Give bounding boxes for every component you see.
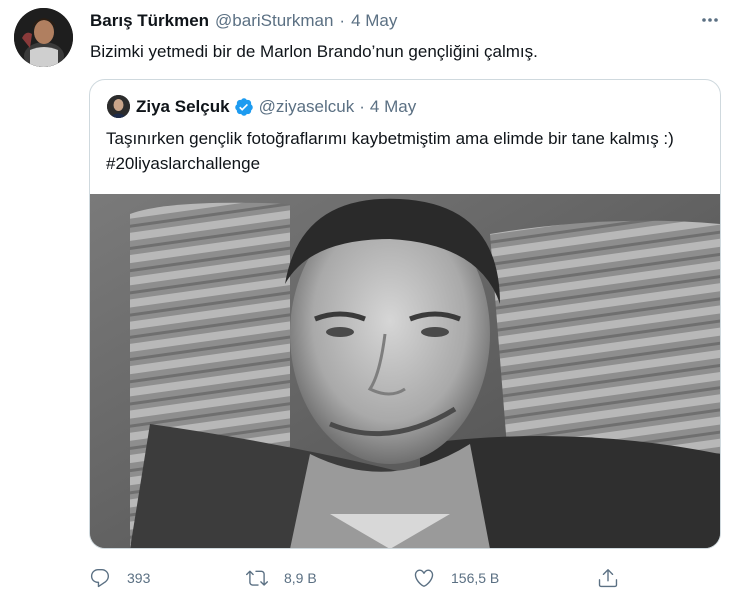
- quoted-tweet-text: Taşınırken gençlik fotoğraflarımı kaybet…: [106, 129, 674, 173]
- quoted-author-handle[interactable]: @ziyaselcuk: [259, 97, 355, 117]
- quoted-avatar-image: [107, 95, 130, 118]
- heart-icon: [414, 569, 434, 587]
- reply-icon: [90, 569, 110, 588]
- avatar-image: [14, 8, 73, 67]
- more-dots-icon: [702, 18, 718, 22]
- tweet-actions-bar: 393 8,9 B 156,5 B: [0, 562, 733, 594]
- author-name[interactable]: Barış Türkmen: [90, 11, 209, 31]
- share-button[interactable]: [597, 562, 619, 594]
- photo-image-icon: [90, 194, 720, 548]
- retweet-button[interactable]: 8,9 B: [246, 562, 317, 594]
- share-icon: [598, 569, 618, 588]
- reply-button[interactable]: 393: [89, 562, 150, 594]
- quoted-tweet-date[interactable]: 4 May: [370, 97, 416, 117]
- tweet-card[interactable]: Barış Türkmen @bariSturkman · 4 May Bizi…: [0, 0, 733, 601]
- quoted-tweet-photo[interactable]: [90, 194, 720, 548]
- quoted-separator-dot: ·: [359, 97, 365, 116]
- like-button[interactable]: 156,5 B: [413, 562, 499, 594]
- separator-dot: ·: [339, 11, 346, 30]
- tweet-header: Barış Türkmen @bariSturkman · 4 May: [90, 11, 397, 33]
- retweet-count: 8,9 B: [284, 570, 317, 586]
- author-handle[interactable]: @bariSturkman: [215, 11, 333, 31]
- like-count: 156,5 B: [451, 570, 500, 586]
- more-options-button[interactable]: [698, 8, 722, 32]
- quoted-author-avatar[interactable]: [107, 95, 130, 118]
- verified-badge-icon: [234, 98, 253, 116]
- tweet-text: Bizimki yetmedi bir de Marlon Brando’nun…: [90, 42, 538, 61]
- quoted-tweet-header: Ziya Selçuk @ziyaselcuk · 4 May: [136, 97, 416, 117]
- retweet-icon: [246, 570, 268, 586]
- quoted-author-name[interactable]: Ziya Selçuk: [136, 97, 230, 117]
- tweet-date[interactable]: 4 May: [351, 11, 397, 31]
- quoted-tweet[interactable]: Ziya Selçuk @ziyaselcuk · 4 May Taşınırk…: [89, 79, 721, 549]
- reply-count: 393: [127, 570, 151, 586]
- author-avatar[interactable]: [14, 8, 73, 67]
